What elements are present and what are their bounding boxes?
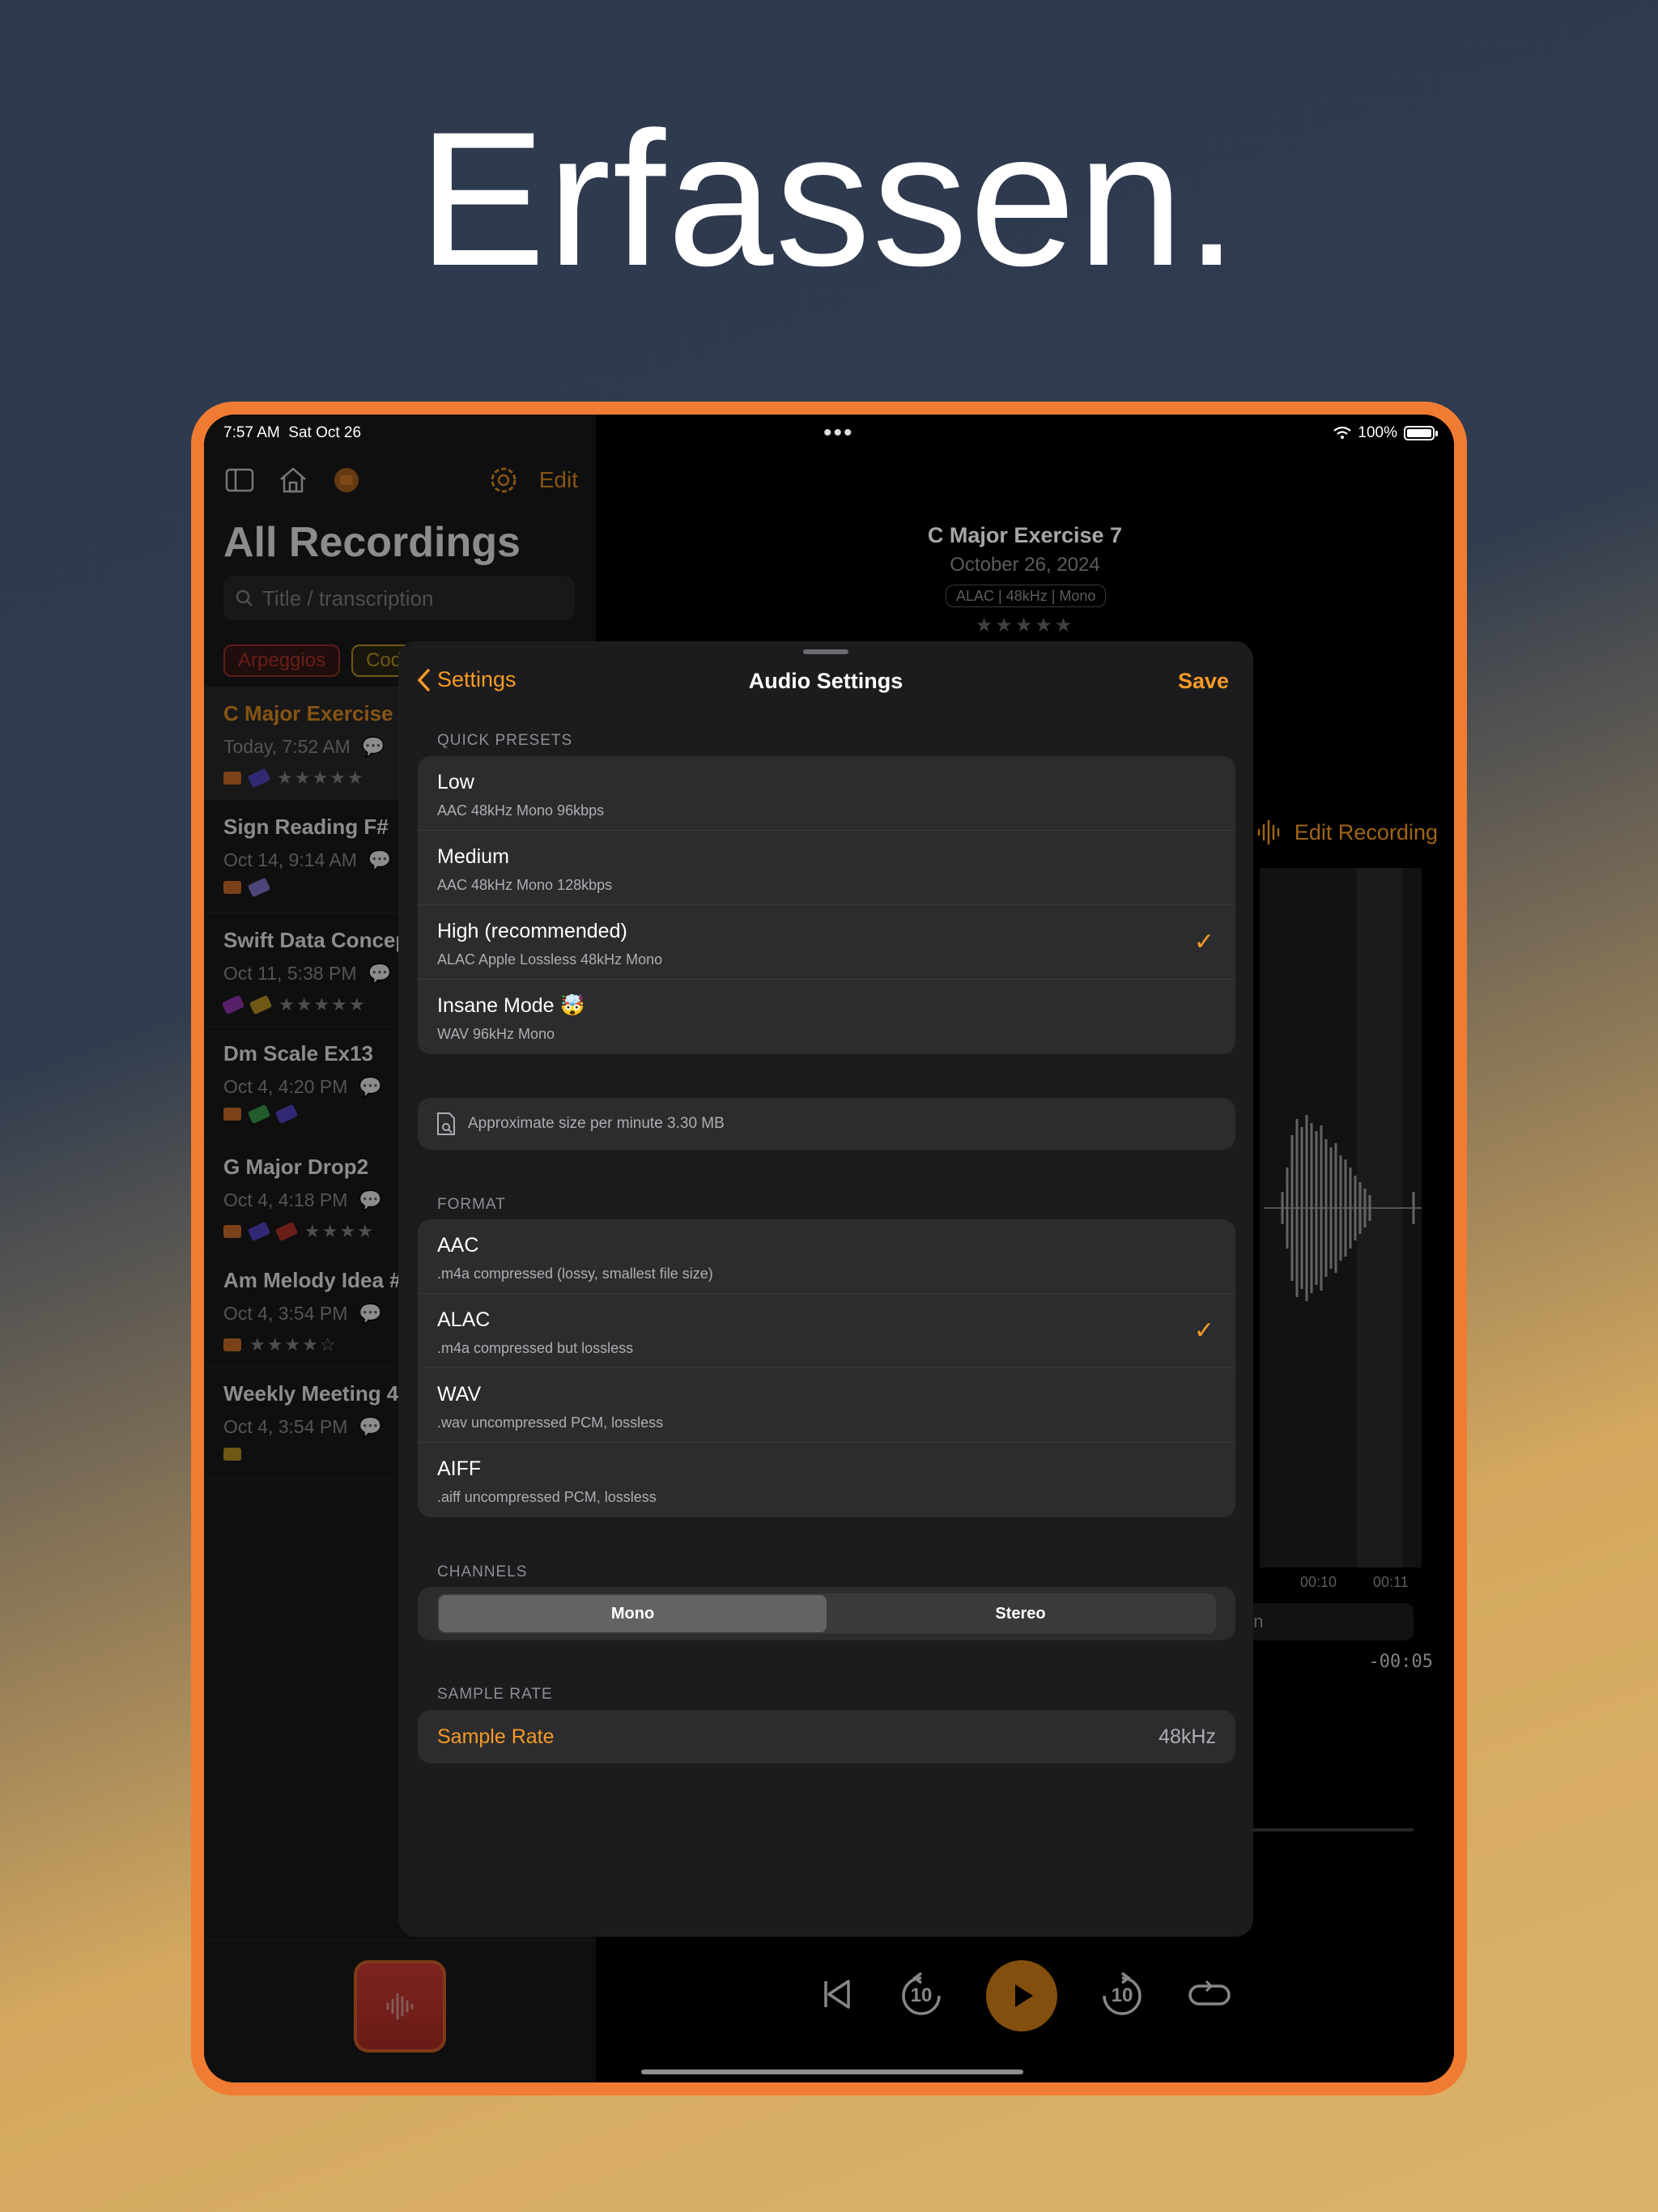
preset-medium[interactable]: Medium AAC 48kHz Mono 128kbps [418,831,1235,905]
section-label-sample-rate: SAMPLE RATE [437,1686,553,1703]
audio-settings-sheet: Settings Audio Settings Save QUICK PRESE… [398,641,1253,1937]
save-button[interactable]: Save [1178,669,1229,694]
wifi-icon [1333,427,1352,439]
section-label-channels: CHANNELS [437,1563,528,1580]
preset-low[interactable]: Low AAC 48kHz Mono 96kbps [418,756,1235,831]
format-wav[interactable]: WAV .wav uncompressed PCM, lossless [418,1368,1235,1443]
checkmark-icon: ✓ [1193,929,1214,955]
sample-rate-row[interactable]: Sample Rate 48kHz [418,1710,1235,1763]
format-group: AAC .m4a compressed (lossy, smallest fil… [418,1219,1235,1517]
presets-group: Low AAC 48kHz Mono 96kbps Medium AAC 48k… [418,756,1235,1054]
format-alac[interactable]: ALAC .m4a compressed but lossless ✓ [418,1294,1235,1368]
home-indicator[interactable] [641,2069,1023,2074]
status-bar: 7:57 AM Sat Oct 26 ••• 100% [204,415,1454,447]
battery-percent: 100% [1358,424,1397,441]
channel-stereo-option[interactable]: Stereo [827,1595,1214,1632]
status-time: 7:57 AM Sat Oct 26 [223,424,362,441]
size-info-row: Approximate size per minute 3.30 MB [418,1098,1235,1150]
channels-segmented-control: Mono Stereo [418,1587,1235,1640]
format-aac[interactable]: AAC .m4a compressed (lossy, smallest fil… [418,1219,1235,1294]
headline: Erfassen. [418,92,1240,306]
device-frame: Edit All Recordings Title / transcriptio… [191,402,1467,2095]
sheet-title: Audio Settings [748,669,903,693]
section-label-quick-presets: QUICK PRESETS [437,732,573,749]
checkmark-icon: ✓ [1193,1317,1214,1344]
format-aiff[interactable]: AIFF .aiff uncompressed PCM, lossless [418,1443,1235,1517]
device-screen: Edit All Recordings Title / transcriptio… [204,415,1454,2082]
sample-rate-label: Sample Rate [437,1725,555,1748]
multitask-dots-icon[interactable]: ••• [823,419,854,447]
section-label-format: FORMAT [437,1196,506,1213]
preset-high[interactable]: High (recommended) ALAC Apple Lossless 4… [418,905,1235,980]
document-magnify-icon [437,1112,455,1135]
channel-mono-option[interactable]: Mono [439,1595,827,1632]
battery-icon [1404,426,1438,440]
preset-insane[interactable]: Insane Mode 🤯 WAV 96kHz Mono [418,980,1235,1054]
sheet-grabber[interactable] [803,649,848,654]
sheet-nav-bar: Settings Audio Settings Save [398,661,1253,706]
sample-rate-value: 48kHz [1158,1725,1216,1748]
